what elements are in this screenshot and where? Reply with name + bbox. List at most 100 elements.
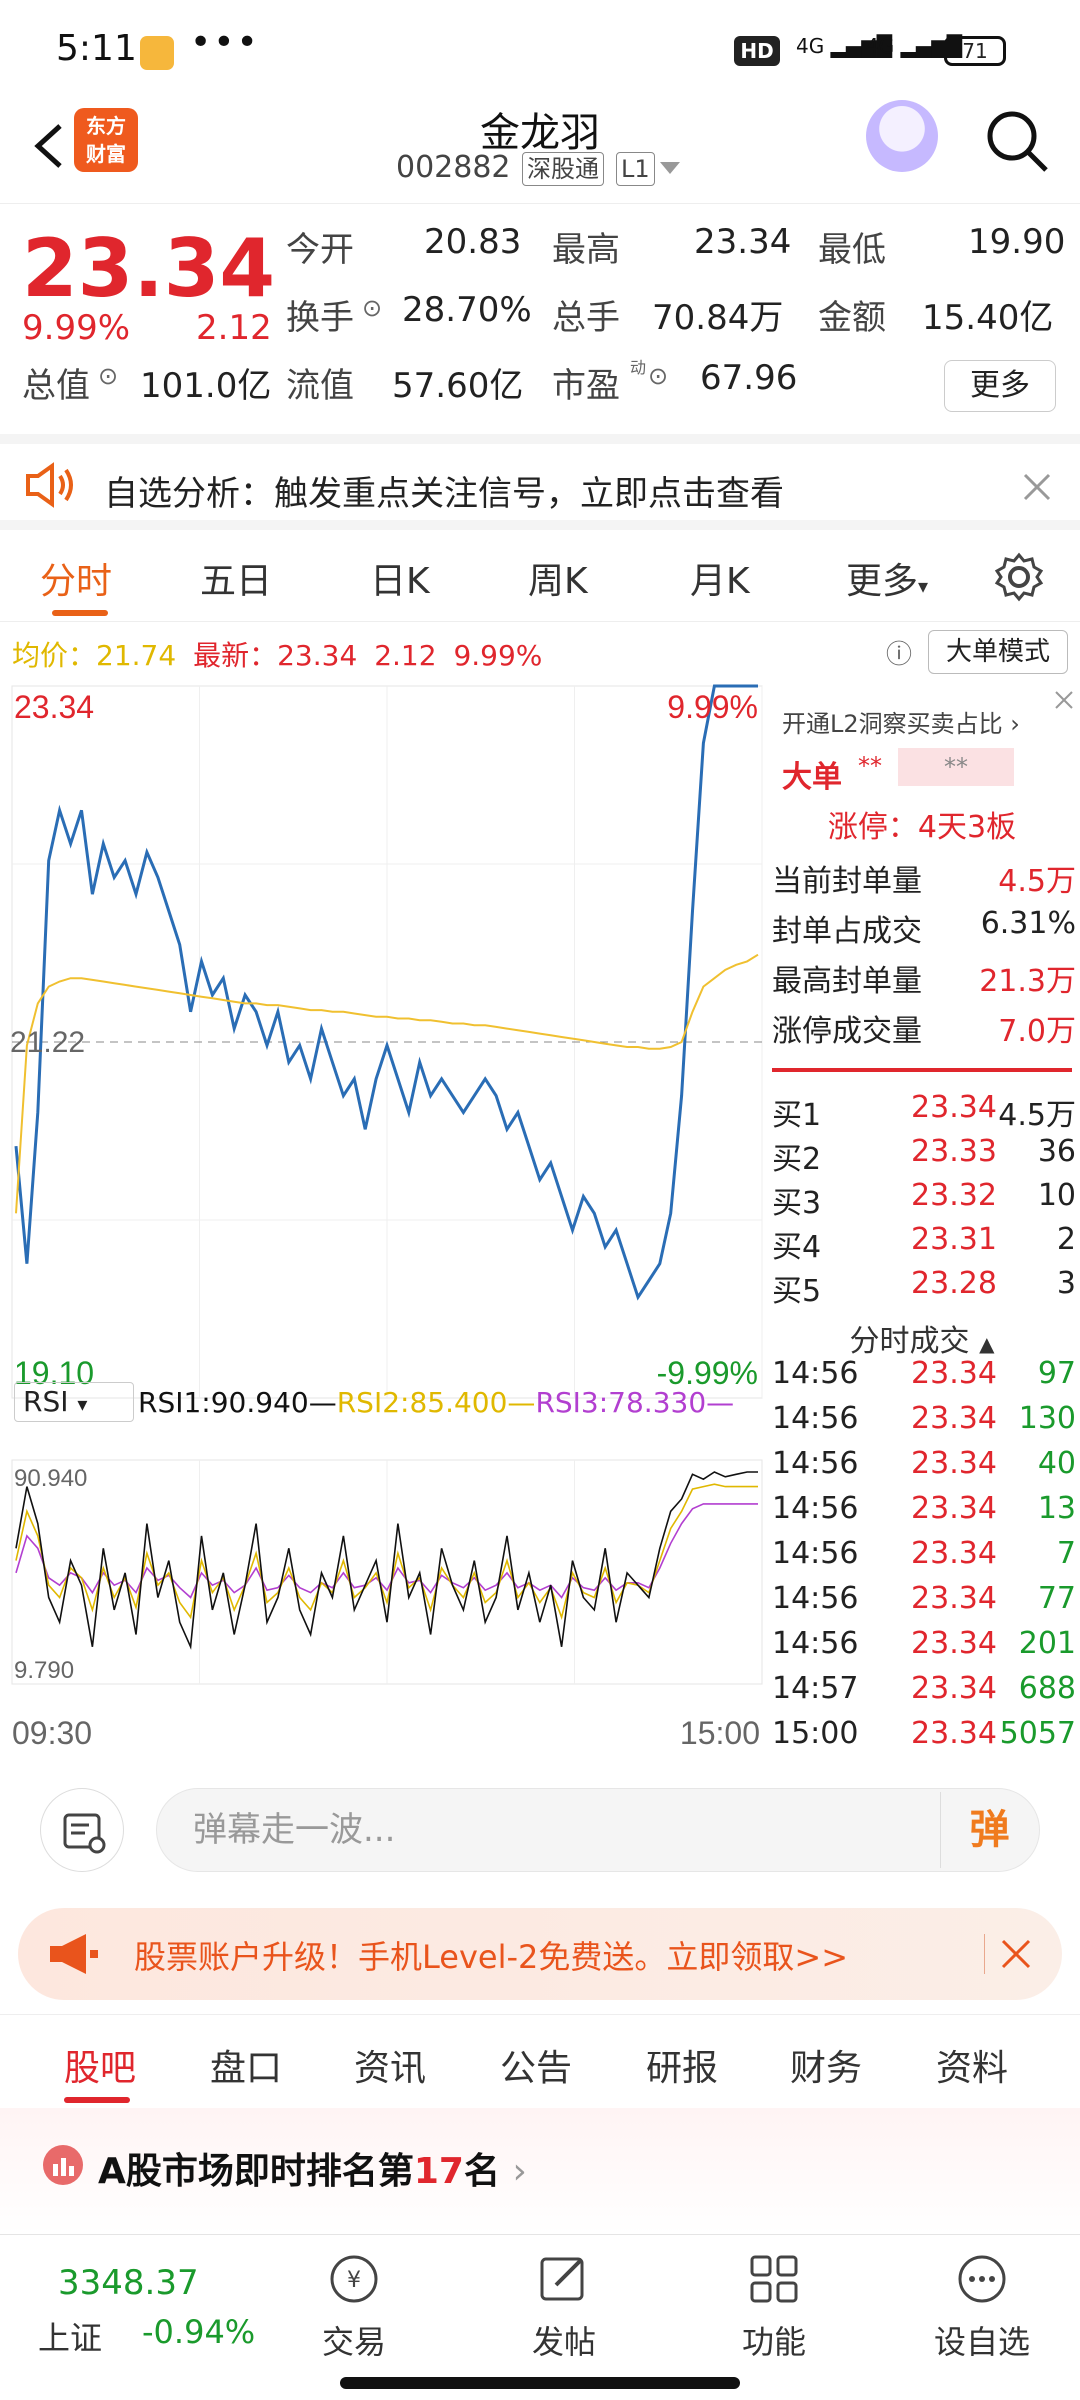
speaker-icon (26, 462, 73, 508)
analysis-notice[interactable]: 自选分析：触发重点关注信号，立即点击查看 (0, 434, 1080, 530)
volume-value: 70.84万 (652, 298, 784, 338)
price-axis-mid: 21.22 (10, 1026, 85, 1059)
bid-row: 买5 23.28 3 (772, 1266, 1076, 1309)
bid-row: 买1 23.34 4.5万 (772, 1090, 1076, 1133)
tab-five-day[interactable]: 五日 (200, 552, 272, 604)
functions-grid-icon[interactable] (746, 2251, 802, 2307)
order-panel: 开通L2洞察买卖占比 › 大单 ** ** 涨停：4天3板 当前封单量 4.5万 … (764, 682, 1080, 1762)
divider (984, 1934, 985, 1974)
stat-row: 当前封单量 4.5万 (772, 864, 1076, 899)
tab-announcements[interactable]: 公告 (500, 2039, 572, 2091)
more-button[interactable]: 更多 (944, 360, 1056, 412)
pe-label: 市盈 (552, 366, 620, 406)
open-label: 今开 (286, 230, 354, 270)
tab-monthly-k[interactable]: 月K (690, 552, 750, 604)
price-axis-top: 23.34 (14, 689, 94, 725)
rsi-axis-bottom: 9.790 (14, 1657, 74, 1684)
pct-axis-top: 9.99% (667, 689, 758, 725)
tab-orderbook[interactable]: 盘口 (210, 2039, 282, 2091)
intraday-chart[interactable]: 23.34 21.22 19.10 9.99% -9.99% 90.940 9.790 09:… (0, 682, 764, 1762)
turnover-label: 换手 (286, 298, 354, 338)
stock-code: 002882 (396, 150, 511, 185)
trade-row: 14:56 23.34 77 (772, 1581, 1076, 1616)
active-tab-indicator (64, 2097, 130, 2103)
tab-forum[interactable]: 股吧 (64, 2039, 136, 2091)
tab-news[interactable]: 资讯 (354, 2039, 426, 2091)
amount-label: 金额 (818, 298, 886, 338)
assistant-avatar[interactable] (866, 100, 938, 172)
trades-title[interactable]: 分时成交 ▲ (764, 1316, 1080, 1360)
time-label-end: 15:00 (680, 1715, 760, 1751)
nav-trade[interactable]: 交易 (294, 2317, 414, 2363)
hk-connect-tag: 深股通 (522, 152, 604, 186)
low-label: 最低 (818, 230, 886, 270)
volume-label: 总手 (552, 298, 620, 338)
rsi-axis-top: 90.940 (14, 1465, 87, 1492)
index-change[interactable]: -0.94% (142, 2313, 255, 2351)
tab-profile[interactable]: 资料 (936, 2039, 1008, 2091)
ranking-text: A股市场即时排名第17名 › (98, 2151, 527, 2192)
ranking-card[interactable]: A股市场即时排名第17名 › (0, 2108, 1080, 2234)
bid-row: 买4 23.31 2 (772, 1222, 1076, 1265)
open-value: 20.83 (424, 222, 522, 262)
low-value: 19.90 (968, 222, 1066, 262)
chart-info-line: 均价：21.74 最新：23.34 2.12 9.99% ⓘ 大单模式 (0, 622, 1080, 682)
tab-financials[interactable]: 财务 (790, 2039, 862, 2091)
info-icon[interactable]: ⊙ (648, 362, 668, 390)
change-percent: 9.99% (22, 308, 131, 348)
level-tag[interactable]: L1 (616, 152, 655, 186)
big-order-mode-button[interactable]: 大单模式 (928, 630, 1068, 674)
trade-row: 14:56 23.34 7 (772, 1536, 1076, 1571)
trade-row: 15:00 23.34 5057 (772, 1716, 1076, 1751)
post-icon[interactable] (536, 2251, 592, 2307)
settings-gear-icon[interactable] (994, 552, 1044, 602)
danmaku-send-button[interactable]: 弹 (940, 1792, 1038, 1868)
svg-text:¥: ¥ (347, 2268, 361, 2293)
nav-functions[interactable]: 功能 (714, 2317, 834, 2363)
tab-daily-k[interactable]: 日K (370, 552, 430, 604)
tab-research[interactable]: 研报 (646, 2039, 718, 2091)
info-icon[interactable]: ⊙ (98, 362, 118, 390)
bid-row: 买3 23.32 10 (772, 1178, 1076, 1221)
chart-svg[interactable]: 23.3421.2219.109.99%-9.99%90.9409.79009:… (0, 682, 764, 1762)
tab-more[interactable]: 更多▾ (846, 552, 928, 604)
chevron-down-icon[interactable] (660, 162, 680, 176)
tab-weekly-k[interactable]: 周K (528, 552, 588, 604)
trade-row: 14:57 23.34 688 (772, 1671, 1076, 1706)
index-name[interactable]: 上证 (38, 2313, 102, 2359)
pe-dynamic-sup: 动 (630, 358, 647, 377)
help-icon[interactable]: ⓘ (886, 634, 912, 671)
app-notification-icon (140, 36, 174, 70)
index-value[interactable]: 3348.37 (58, 2263, 199, 2303)
promo-banner[interactable]: 股票账户升级！手机Level-2免费送。立即领取>> (18, 1908, 1062, 2000)
trade-row: 14:56 23.34 40 (772, 1446, 1076, 1481)
content-tabs: 股吧 盘口 资讯 公告 研报 财务 资料 (0, 2014, 1080, 2106)
home-indicator (340, 2377, 740, 2389)
danmaku-settings-icon[interactable] (40, 1788, 124, 1872)
amount-value: 15.40亿 (922, 298, 1054, 338)
big-order-masked-1: ** (858, 752, 882, 780)
chart-tabs: 分时 五日 日K 周K 月K 更多▾ (0, 530, 1080, 622)
status-bar: 5:11 ••• HD 4G ▂▄▆█ 4G ▂▄▆█ 71 (0, 0, 1080, 100)
stock-header: 东方 财富 金龙羽 002882 深股通 L1 (0, 100, 1080, 204)
info-icon[interactable]: ⊙ (362, 294, 382, 322)
trade-icon[interactable]: ¥ (326, 2251, 382, 2307)
tab-intraday[interactable]: 分时 (40, 552, 112, 604)
danmaku-input[interactable]: 弹幕走一波... (156, 1788, 1040, 1872)
quote-panel: 23.34 9.99% 2.12 今开 20.83 最高 23.34 最低 19… (0, 204, 1080, 424)
rsi-selector[interactable]: RSI ▾ (14, 1382, 134, 1422)
close-icon[interactable] (1022, 472, 1052, 502)
nav-add-watchlist[interactable]: 设自选 (922, 2317, 1042, 2363)
high-label: 最高 (552, 230, 620, 270)
market-cap-label: 总值 (22, 366, 90, 406)
trade-row: 14:56 23.34 201 (772, 1626, 1076, 1661)
high-value: 23.34 (694, 222, 792, 262)
nav-post[interactable]: 发帖 (504, 2317, 624, 2363)
notice-text: 自选分析：触发重点关注信号，立即点击查看 (104, 474, 784, 514)
watchlist-icon[interactable] (954, 2251, 1010, 2307)
search-icon[interactable] (984, 108, 1050, 174)
close-icon[interactable] (1052, 688, 1076, 712)
bottom-nav: 3348.37 上证 -0.94% ¥ 交易 发帖 功能 设自选 (0, 2234, 1080, 2400)
l2-promo[interactable]: 开通L2洞察买卖占比 › (782, 704, 1020, 739)
close-icon[interactable] (1000, 1938, 1032, 1970)
